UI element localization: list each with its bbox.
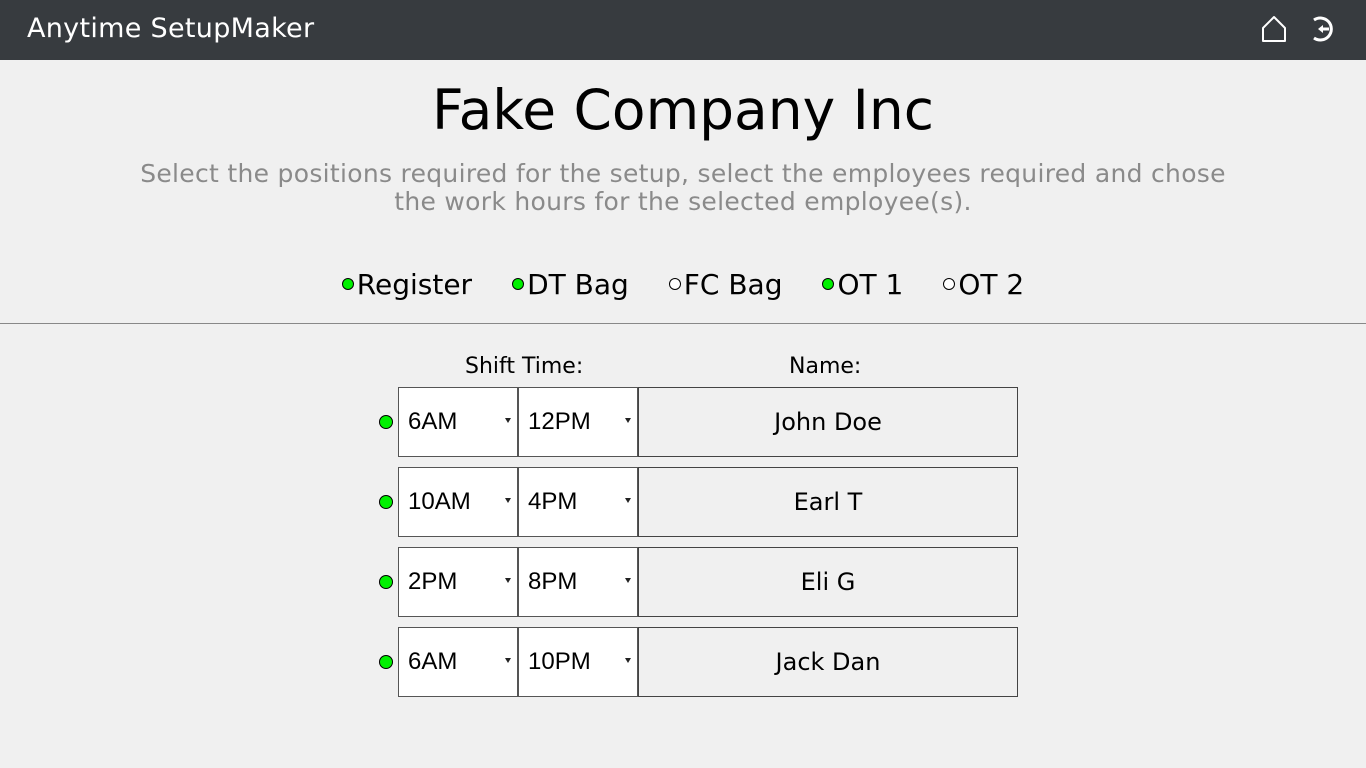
position-label: DT Bag	[527, 267, 629, 301]
end-time-value: 12PM	[528, 408, 591, 435]
dropdown-arrow-icon	[625, 658, 631, 663]
selected-dot-icon	[512, 278, 525, 290]
active-dot-icon	[379, 655, 393, 669]
end-time-value: 8PM	[528, 568, 578, 595]
end-time-select[interactable]: 4PM	[518, 467, 638, 537]
section-divider	[0, 323, 1366, 324]
dropdown-arrow-icon	[625, 418, 631, 423]
instructions-text: Select the positions required for the se…	[140, 159, 1226, 216]
start-time-value: 10AM	[408, 488, 471, 515]
employee-name-button[interactable]: Jack Dan	[638, 627, 1018, 697]
active-dot-icon	[379, 495, 393, 509]
name-header: Name:	[789, 354, 862, 379]
end-time-select[interactable]: 8PM	[518, 547, 638, 617]
end-time-value: 4PM	[528, 488, 578, 515]
start-time-select[interactable]: 6AM	[398, 627, 518, 697]
position-label: OT 2	[958, 267, 1025, 301]
position-ot-2[interactable]: OT 2	[943, 268, 1024, 301]
position-dt-bag[interactable]: DT Bag	[512, 268, 629, 301]
dropdown-arrow-icon	[505, 578, 511, 583]
unselected-dot-icon	[943, 278, 956, 290]
positions-selector: Register DT Bag FC Bag OT 1 OT 2	[0, 262, 1366, 306]
dropdown-arrow-icon	[625, 578, 631, 583]
dropdown-arrow-icon	[505, 658, 511, 663]
start-time-value: 6AM	[408, 408, 458, 435]
end-time-value: 10PM	[528, 648, 591, 675]
employee-name-button[interactable]: Earl T	[638, 467, 1018, 537]
start-time-select[interactable]: 10AM	[398, 467, 518, 537]
position-fc-bag[interactable]: FC Bag	[668, 267, 783, 301]
start-time-value: 2PM	[408, 568, 458, 595]
top-bar: Anytime SetupMaker	[0, 0, 1366, 60]
position-label: Register	[356, 267, 473, 301]
dropdown-arrow-icon	[625, 498, 631, 503]
dropdown-arrow-icon	[505, 418, 511, 423]
start-time-select[interactable]: 6AM	[398, 387, 518, 457]
logout-icon[interactable]	[1309, 14, 1339, 44]
end-time-select[interactable]: 12PM	[518, 387, 638, 457]
unselected-dot-icon	[668, 278, 681, 290]
company-name: Fake Company Inc	[432, 78, 934, 142]
position-register[interactable]: Register	[341, 267, 473, 301]
active-dot-icon	[379, 415, 393, 429]
selected-dot-icon	[822, 278, 835, 290]
start-time-select[interactable]: 2PM	[398, 547, 518, 617]
app-title: Anytime SetupMaker	[27, 13, 315, 44]
home-icon[interactable]	[1259, 14, 1289, 44]
position-label: FC Bag	[683, 267, 783, 301]
employee-name-button[interactable]: Eli G	[638, 547, 1018, 617]
shift-time-header: Shift Time:	[465, 354, 584, 379]
start-time-value: 6AM	[408, 648, 458, 675]
dropdown-arrow-icon	[505, 498, 511, 503]
selected-dot-icon	[341, 278, 354, 290]
employee-name-button[interactable]: John Doe	[638, 387, 1018, 457]
position-ot-1[interactable]: OT 1	[822, 268, 903, 301]
active-dot-icon	[379, 575, 393, 589]
end-time-select[interactable]: 10PM	[518, 627, 638, 697]
position-label: OT 1	[837, 267, 904, 301]
